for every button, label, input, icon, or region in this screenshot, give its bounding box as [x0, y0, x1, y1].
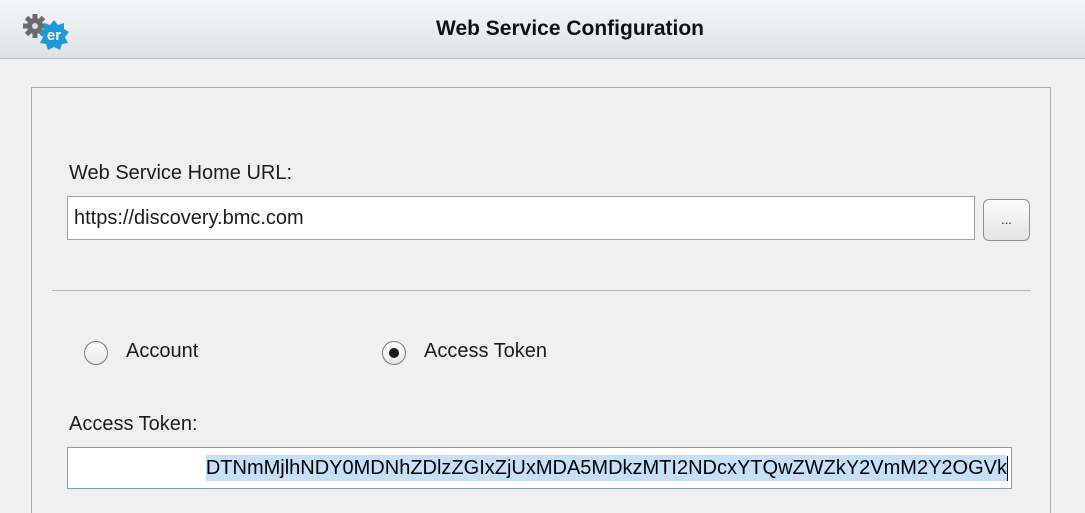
url-field[interactable] [67, 196, 975, 240]
radio-access-token-label: Access Token [424, 340, 548, 362]
gear-er-logo-icon: er [23, 14, 69, 50]
title-bar[interactable]: er Web Service Configuration [0, 0, 1085, 59]
access-token-input[interactable]: DTNmMjlhNDY0MDNhZDlzZGIxZjUxMDA5MDkzMTI2… [67, 447, 1012, 489]
radio-selected-icon [382, 341, 406, 365]
url-input[interactable] [68, 197, 974, 239]
window-title: Web Service Configuration [436, 17, 704, 40]
web-service-configuration-window: er Web Service Configuration Web Service… [0, 0, 1085, 513]
radio-account[interactable]: Account [84, 339, 234, 369]
radio-access-token[interactable]: Access Token [382, 339, 592, 369]
separator [52, 290, 1031, 291]
access-token-value: DTNmMjlhNDY0MDNhZDlzZGIxZjUxMDA5MDkzMTI2… [205, 455, 1007, 481]
browse-button[interactable]: ... [983, 199, 1030, 241]
url-label: Web Service Home URL: [69, 162, 293, 184]
radio-account-label: Account [126, 340, 199, 362]
text-caret [1007, 456, 1008, 481]
radio-circle-icon [84, 341, 108, 365]
svg-text:er: er [47, 27, 61, 44]
token-label: Access Token: [69, 413, 198, 435]
